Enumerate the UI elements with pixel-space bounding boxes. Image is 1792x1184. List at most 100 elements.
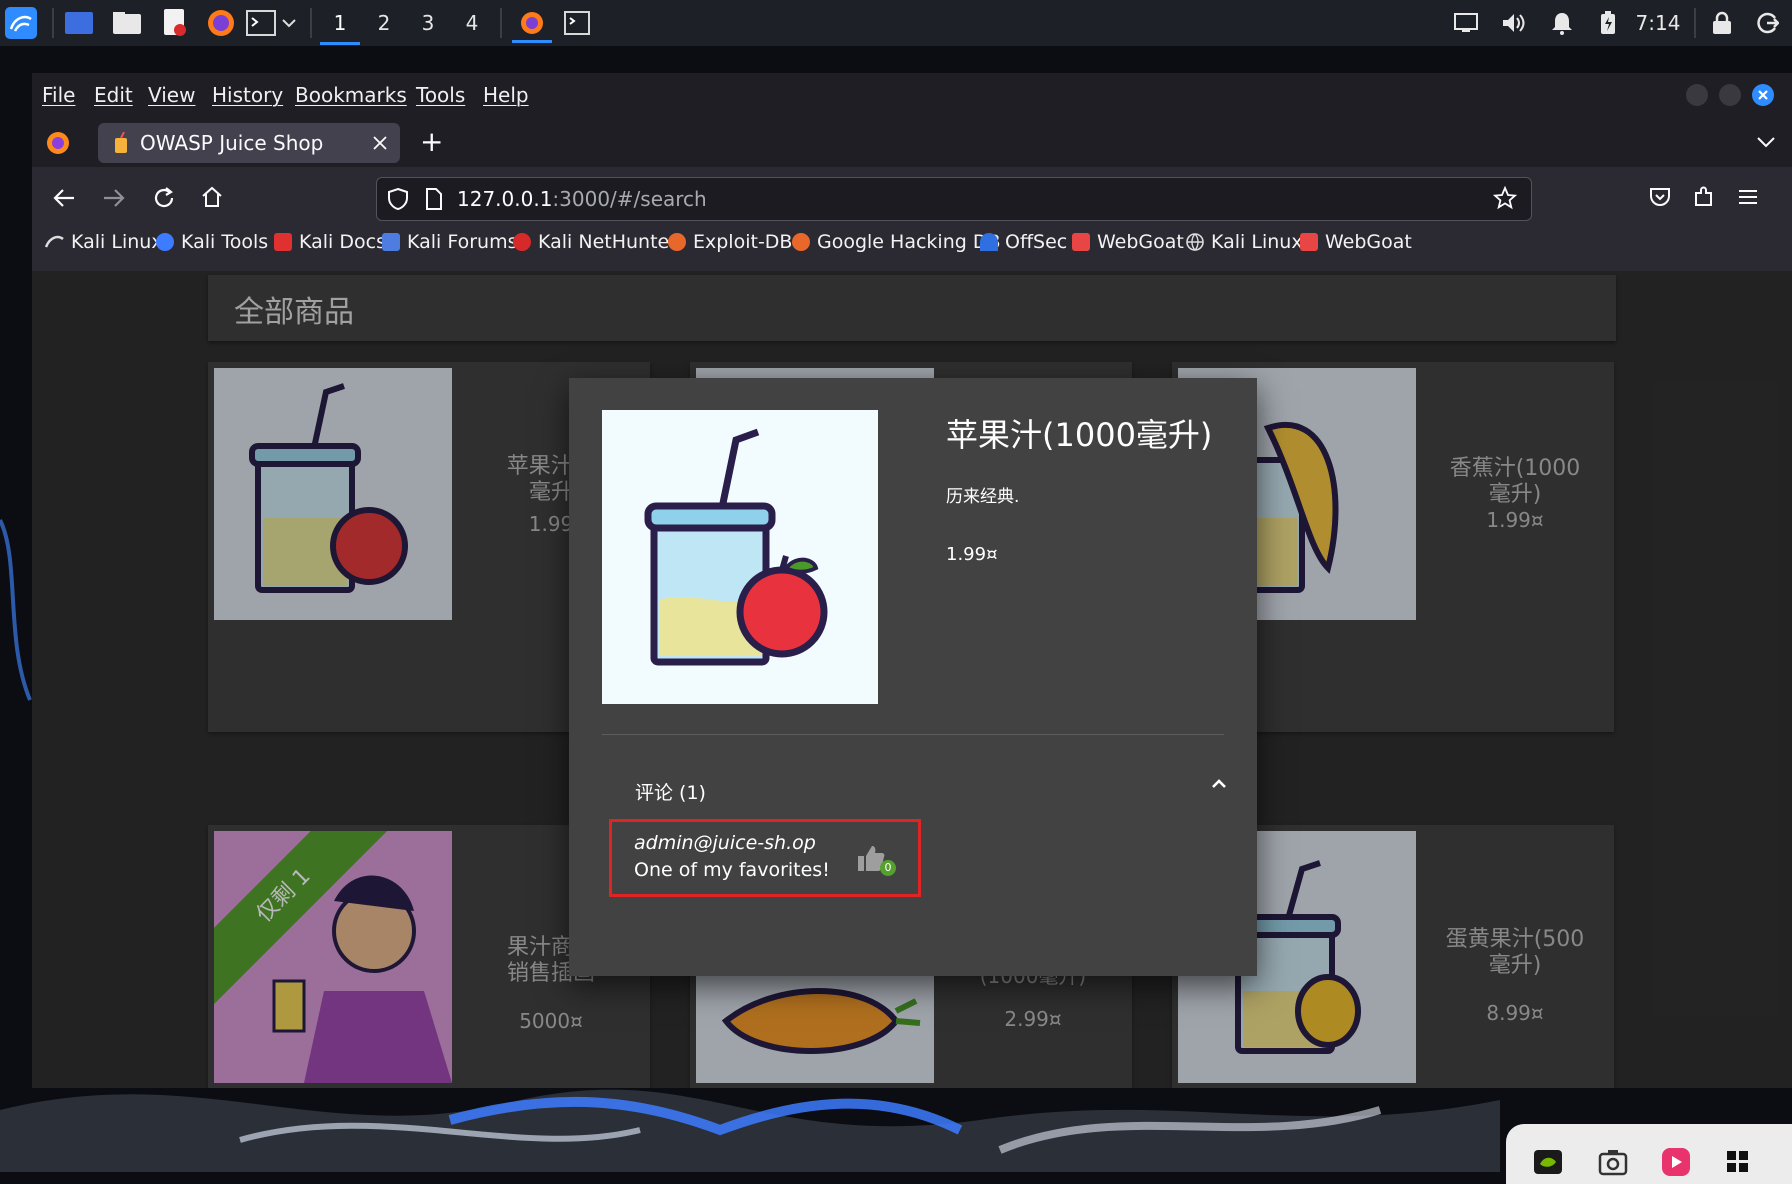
webgoat-icon bbox=[1300, 233, 1318, 251]
bookmark-kali-linux[interactable]: Kali Linux bbox=[44, 231, 163, 253]
workspace-3[interactable]: 3 bbox=[408, 4, 448, 42]
battery-icon[interactable] bbox=[1590, 4, 1626, 42]
workspace-4[interactable]: 4 bbox=[452, 4, 492, 42]
kali-dragon-icon bbox=[44, 235, 64, 248]
tab-bar: OWASP Juice Shop + bbox=[32, 117, 1792, 167]
product-title: 苹果汁(1000毫升) bbox=[946, 416, 1213, 454]
list-tabs-chevron-icon[interactable] bbox=[1756, 135, 1776, 149]
screenshot-icon[interactable] bbox=[1598, 1148, 1628, 1180]
page-info-icon[interactable] bbox=[425, 188, 443, 210]
product-details-dialog: 苹果汁(1000毫升) 历来经典. 1.99¤ 评论 (1) admin@jui… bbox=[569, 378, 1257, 976]
pocket-icon[interactable] bbox=[1648, 185, 1672, 209]
review-text: One of my favorites! bbox=[634, 859, 830, 881]
webgoat-icon bbox=[1072, 233, 1090, 251]
forward-arrow-icon[interactable] bbox=[102, 186, 126, 210]
new-tab-button[interactable]: + bbox=[420, 125, 443, 158]
nvidia-icon[interactable] bbox=[1534, 1150, 1562, 1174]
bookmark-label: Kali Linux bbox=[1211, 231, 1303, 253]
url-host: 127.0.0.1 bbox=[457, 187, 553, 211]
firefox-window: File Edit View History Bookmarks Tools H… bbox=[32, 73, 1792, 1088]
offsec-icon bbox=[980, 233, 998, 251]
kali-tools-icon bbox=[156, 233, 174, 251]
bookmark-star-icon[interactable] bbox=[1493, 186, 1517, 210]
lock-icon[interactable] bbox=[1704, 4, 1740, 42]
workspace-1[interactable]: 1 bbox=[320, 4, 360, 45]
like-review-button[interactable]: 0 bbox=[856, 844, 898, 880]
menu-file[interactable]: File bbox=[42, 83, 75, 107]
bookmark-webgoat-2[interactable]: WebGoat bbox=[1300, 231, 1412, 253]
screen-icon[interactable] bbox=[1448, 4, 1484, 42]
tab-owasp-juice-shop[interactable]: OWASP Juice Shop bbox=[98, 123, 400, 163]
home-icon[interactable] bbox=[200, 185, 224, 209]
bookmark-label: Kali Linux bbox=[71, 231, 163, 253]
menu-bookmarks[interactable]: Bookmarks bbox=[295, 83, 407, 107]
separator bbox=[52, 8, 54, 38]
bookmark-label: WebGoat bbox=[1097, 231, 1184, 253]
menu-bar: File Edit View History Bookmarks Tools H… bbox=[32, 73, 1792, 117]
workspace-2[interactable]: 2 bbox=[364, 4, 404, 42]
bookmark-label: Exploit-DB bbox=[693, 231, 793, 253]
bookmark-kali-nethunter[interactable]: Kali NetHunter bbox=[513, 231, 677, 253]
bookmark-label: Google Hacking DB bbox=[817, 231, 1001, 253]
apple-juice-image bbox=[644, 428, 828, 666]
chevron-up-icon[interactable] bbox=[1205, 770, 1233, 798]
clock[interactable]: 7:14 bbox=[1630, 4, 1686, 42]
bookmark-google-hacking-db[interactable]: Google Hacking DB bbox=[792, 231, 1001, 253]
logout-icon[interactable] bbox=[1750, 4, 1786, 42]
bookmark-kali-linux-2[interactable]: Kali Linux bbox=[1186, 231, 1303, 253]
text-editor-icon[interactable] bbox=[158, 6, 192, 40]
menu-view[interactable]: View bbox=[148, 83, 195, 107]
kali-forums-icon bbox=[382, 233, 400, 251]
globe-icon bbox=[1186, 233, 1204, 251]
firefox-window-button[interactable] bbox=[512, 6, 552, 43]
close-tab-icon[interactable] bbox=[372, 135, 388, 151]
firefox-view-icon[interactable] bbox=[46, 131, 70, 159]
review-item: admin@juice-sh.op One of my favorites! 0 bbox=[609, 819, 921, 897]
product-description: 历来经典. bbox=[946, 487, 1020, 507]
url-bar[interactable]: 127.0.0.1:3000/#/search bbox=[376, 177, 1532, 221]
chevron-down-icon[interactable] bbox=[278, 6, 300, 40]
file-manager-icon[interactable] bbox=[110, 6, 144, 40]
close-window-button[interactable] bbox=[1752, 84, 1774, 106]
show-desktop-icon[interactable] bbox=[62, 6, 96, 40]
bookmark-label: WebGoat bbox=[1325, 231, 1412, 253]
bookmark-label: Kali Docs bbox=[299, 231, 386, 253]
volume-icon[interactable] bbox=[1496, 4, 1532, 42]
app-grid-icon[interactable] bbox=[1726, 1150, 1750, 1178]
terminal-window-icon[interactable] bbox=[560, 6, 594, 40]
menu-help[interactable]: Help bbox=[483, 83, 529, 107]
bookmark-offsec[interactable]: OffSec bbox=[980, 231, 1067, 253]
menu-tools[interactable]: Tools bbox=[416, 83, 465, 107]
bookmark-kali-docs[interactable]: Kali Docs bbox=[274, 231, 386, 253]
juice-shop-favicon-icon bbox=[115, 132, 127, 153]
bookmark-exploit-db[interactable]: Exploit-DB bbox=[668, 231, 792, 253]
minimize-button[interactable] bbox=[1686, 84, 1708, 106]
nethunter-icon bbox=[513, 233, 531, 251]
review-author: admin@juice-sh.op bbox=[634, 832, 816, 854]
maximize-button[interactable] bbox=[1719, 84, 1741, 106]
bookmark-kali-tools[interactable]: Kali Tools bbox=[156, 231, 268, 253]
product-image bbox=[602, 410, 878, 704]
juice-shop-page: 全部商品 苹果汁(1 毫升 1.99 香蕉汁(1000 毫升) 1.99¤ 仅剩… bbox=[32, 271, 1792, 1088]
menu-edit[interactable]: Edit bbox=[94, 83, 133, 107]
bookmark-kali-forums[interactable]: Kali Forums bbox=[382, 231, 518, 253]
reviews-expansion-header[interactable]: 评论 (1) bbox=[635, 778, 706, 805]
terminal-icon[interactable] bbox=[244, 6, 278, 40]
separator bbox=[310, 8, 312, 38]
extensions-icon[interactable] bbox=[1692, 185, 1716, 209]
bottom-dock bbox=[1506, 1124, 1792, 1184]
product-price: 1.99¤ bbox=[946, 544, 998, 565]
shield-icon[interactable] bbox=[387, 187, 409, 211]
top-panel: 1 2 3 4 7:14 bbox=[0, 0, 1792, 46]
firefox-icon[interactable] bbox=[204, 6, 238, 40]
bookmark-webgoat[interactable]: WebGoat bbox=[1072, 231, 1184, 253]
hamburger-menu-icon[interactable] bbox=[1736, 185, 1760, 209]
kali-menu-icon[interactable] bbox=[4, 6, 38, 40]
menu-history[interactable]: History bbox=[212, 83, 283, 107]
divider bbox=[602, 734, 1224, 735]
bookmark-label: Kali NetHunter bbox=[538, 231, 678, 253]
back-arrow-icon[interactable] bbox=[52, 186, 76, 210]
notification-bell-icon[interactable] bbox=[1544, 4, 1580, 42]
reload-icon[interactable] bbox=[152, 186, 176, 210]
tab-title: OWASP Juice Shop bbox=[140, 131, 324, 155]
